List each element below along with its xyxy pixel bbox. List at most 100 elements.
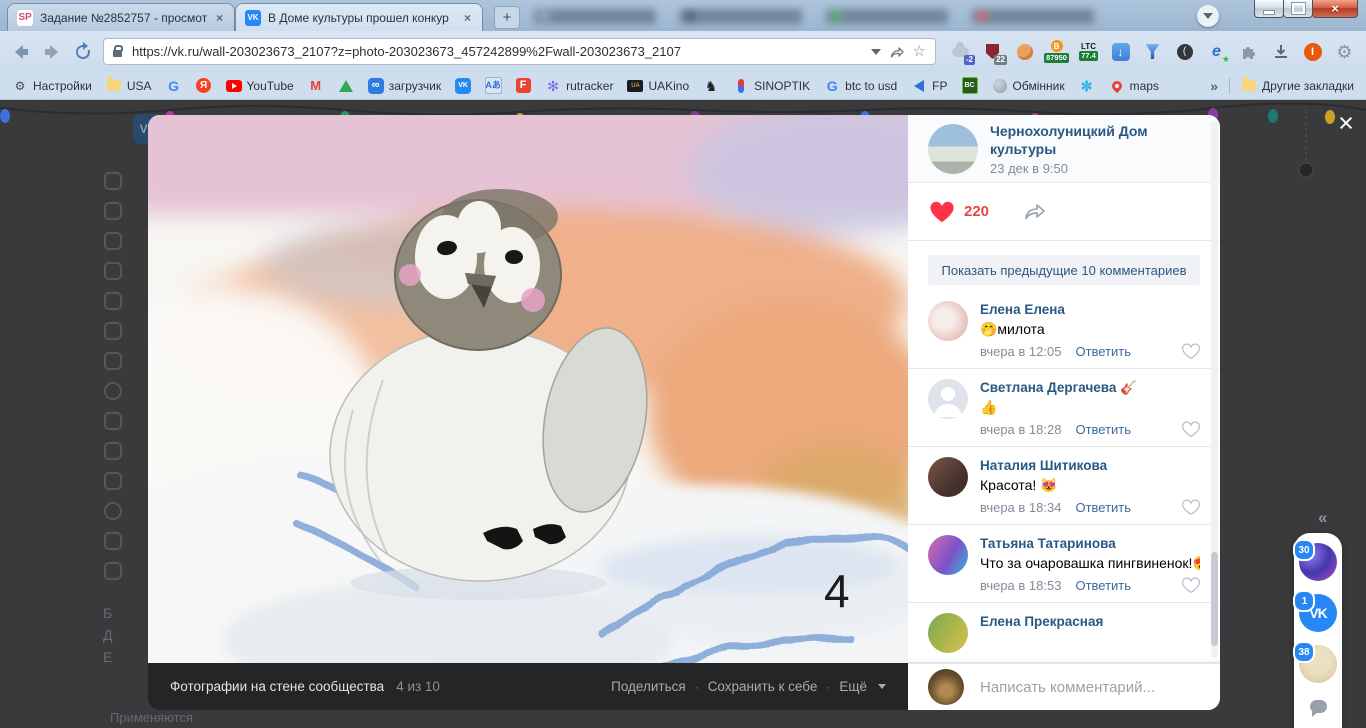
bookmark-drive[interactable] bbox=[338, 78, 354, 94]
blurred-tab[interactable] bbox=[534, 8, 656, 24]
tab-zadanie[interactable]: SP Задание №2852757 - просмотр з × bbox=[8, 4, 234, 31]
other-bookmarks-button[interactable]: Другие закладки bbox=[1241, 77, 1354, 94]
comment-reply-link[interactable]: Ответить bbox=[1075, 578, 1131, 593]
bookmark-kyivstar[interactable]: ✼ bbox=[1079, 78, 1095, 94]
bookmark-zagruzchik[interactable]: ∞ загрузчик bbox=[367, 77, 441, 94]
comment-like-button[interactable] bbox=[1182, 499, 1200, 515]
blurred-tab[interactable] bbox=[972, 8, 1094, 24]
downloader-extension-icon[interactable]: ↓ bbox=[1109, 40, 1132, 63]
post-date[interactable]: 23 дек в 9:50 bbox=[990, 161, 1200, 176]
share-button[interactable] bbox=[1023, 201, 1047, 223]
viewer-bottom-bar: Фотографии на стене сообщества 4 из 10 П… bbox=[148, 663, 908, 710]
bookmark-f[interactable]: F bbox=[515, 78, 531, 94]
blurred-tab[interactable] bbox=[680, 8, 802, 24]
extensions-menu-button[interactable] bbox=[1237, 40, 1260, 63]
blurred-tab[interactable] bbox=[826, 8, 948, 24]
comment-text: Красота! 😻 bbox=[980, 477, 1058, 493]
minimize-button[interactable] bbox=[1254, 0, 1284, 18]
avatar-extension-icon[interactable] bbox=[1013, 40, 1036, 63]
close-viewer-button[interactable]: × bbox=[1332, 110, 1360, 138]
bookmark-bc[interactable]: BC bbox=[961, 77, 978, 94]
comment-reply-link[interactable]: Ответить bbox=[1075, 344, 1131, 359]
vk-logo-button[interactable]: VK 1 bbox=[1293, 590, 1337, 632]
commenter-name-link[interactable]: Светлана Дергачева 🎸 bbox=[980, 379, 1200, 397]
bookmark-yandex[interactable]: Я bbox=[196, 78, 212, 94]
comment-like-button[interactable] bbox=[1182, 577, 1200, 593]
blurred-background-tabs[interactable] bbox=[534, 4, 1094, 28]
community-name-link[interactable]: Чернохолуницкий Дом культуры bbox=[990, 122, 1200, 158]
comment-like-button[interactable] bbox=[1182, 343, 1200, 359]
btc-ticker-icon[interactable]: B 87950 bbox=[1044, 40, 1069, 63]
bookmark-gmail[interactable]: M bbox=[308, 78, 324, 94]
bookmark-translate[interactable]: Aあ bbox=[484, 77, 502, 94]
commenter-avatar-placeholder[interactable] bbox=[928, 379, 968, 419]
funnel-extension-icon[interactable] bbox=[1141, 40, 1164, 63]
community-avatar[interactable] bbox=[928, 123, 978, 174]
reload-button[interactable] bbox=[72, 41, 94, 63]
commenter-name-link[interactable]: Елена Елена bbox=[980, 301, 1200, 319]
commenter-avatar[interactable] bbox=[928, 613, 968, 653]
new-tab-button[interactable]: + bbox=[494, 6, 520, 29]
commenter-name-link[interactable]: Татьяна Татаринова bbox=[980, 535, 1200, 553]
comment-input[interactable] bbox=[978, 677, 1200, 697]
like-heart-icon[interactable] bbox=[930, 201, 954, 223]
commenter-name-link[interactable]: Наталия Шитикова bbox=[980, 457, 1200, 475]
bookmark-uakino[interactable]: UA UAKino bbox=[627, 78, 689, 94]
maximize-button[interactable] bbox=[1283, 0, 1313, 18]
bookmark-vk[interactable]: VK bbox=[455, 77, 472, 94]
forward-button[interactable] bbox=[41, 41, 63, 63]
bookmark-maps[interactable]: maps bbox=[1109, 78, 1159, 94]
chat-bubble-icon[interactable] bbox=[1309, 700, 1327, 717]
show-previous-comments-button[interactable]: Показать предыдущие 10 комментариев bbox=[928, 255, 1200, 285]
photo-viewer-image[interactable]: 4 bbox=[148, 115, 908, 663]
commenter-name-link[interactable]: Елена Прекрасная bbox=[980, 613, 1200, 631]
bookmarks-overflow-chevron[interactable]: » bbox=[1210, 78, 1218, 94]
address-bar[interactable]: ☆ bbox=[103, 38, 936, 65]
commenter-avatar[interactable] bbox=[928, 457, 968, 497]
commenter-avatar[interactable] bbox=[928, 301, 968, 341]
cloud-extension-icon[interactable]: -2 bbox=[949, 40, 975, 65]
bookmark-fp[interactable]: FP bbox=[911, 78, 948, 94]
downloads-button[interactable] bbox=[1269, 40, 1292, 63]
comment-reply-link[interactable]: Ответить bbox=[1075, 422, 1131, 437]
bookmark-star-icon[interactable]: ☆ bbox=[913, 44, 926, 59]
more-action[interactable]: Ещё bbox=[839, 679, 867, 694]
sidebar-scrollbar-thumb[interactable] bbox=[1211, 552, 1218, 646]
school-chat-avatar[interactable]: 38 bbox=[1293, 641, 1337, 683]
gear-icon: ⚙ bbox=[14, 78, 26, 93]
tab-vk-active[interactable]: VK В Доме культуры прошел конкур × bbox=[236, 4, 482, 31]
close-tab-icon[interactable]: × bbox=[462, 11, 473, 25]
share-action[interactable]: Поделиться bbox=[611, 679, 686, 694]
bookmark-folder-usa[interactable]: USA bbox=[106, 77, 152, 94]
bookmark-youtube[interactable]: YouTube bbox=[225, 78, 294, 94]
commenter-avatar[interactable] bbox=[928, 535, 968, 575]
settings-extension-icon[interactable]: ⚙ bbox=[1333, 40, 1356, 63]
current-user-avatar[interactable] bbox=[928, 669, 964, 705]
bookmark-chess[interactable]: ♞ bbox=[703, 78, 719, 94]
adblock-extension-icon[interactable]: 22 bbox=[981, 40, 1007, 65]
ltc-ticker-icon[interactable]: LTC 77.4 bbox=[1077, 40, 1100, 63]
bookmark-obminnik[interactable]: Обмінник bbox=[992, 78, 1065, 94]
comment-reply-link[interactable]: Ответить bbox=[1075, 500, 1131, 515]
bookmark-rutracker[interactable]: ✻ rutracker bbox=[545, 78, 613, 94]
chat-avatar[interactable]: 30 bbox=[1293, 539, 1337, 581]
url-input[interactable] bbox=[130, 43, 863, 60]
share-icon[interactable] bbox=[889, 44, 905, 60]
url-dropdown-caret[interactable] bbox=[870, 48, 881, 55]
bookmark-settings[interactable]: ⚙ Настройки bbox=[12, 78, 92, 94]
close-tab-icon[interactable]: × bbox=[214, 11, 225, 25]
tab-scroll-chevron[interactable] bbox=[1197, 5, 1219, 27]
info-extension-icon[interactable]: I bbox=[1301, 40, 1324, 63]
e-extension-icon[interactable]: e ★ bbox=[1205, 40, 1230, 65]
album-title-link[interactable]: Фотографии на стене сообщества bbox=[170, 679, 384, 694]
dark-extension-icon[interactable]: ( bbox=[1173, 40, 1196, 63]
collapse-dock-chevron[interactable]: « bbox=[1318, 508, 1327, 528]
bookmark-btc-to-usd[interactable]: Gbtc to usd bbox=[824, 78, 897, 94]
save-action[interactable]: Сохранить к себе bbox=[708, 679, 818, 694]
close-window-button[interactable]: × bbox=[1312, 0, 1358, 18]
comment-like-button[interactable] bbox=[1182, 421, 1200, 437]
likes-count[interactable]: 220 bbox=[964, 203, 989, 220]
bookmark-google[interactable]: G bbox=[166, 78, 182, 94]
back-button[interactable] bbox=[10, 41, 32, 63]
bookmark-sinoptik[interactable]: SINOPTIK bbox=[733, 78, 810, 94]
